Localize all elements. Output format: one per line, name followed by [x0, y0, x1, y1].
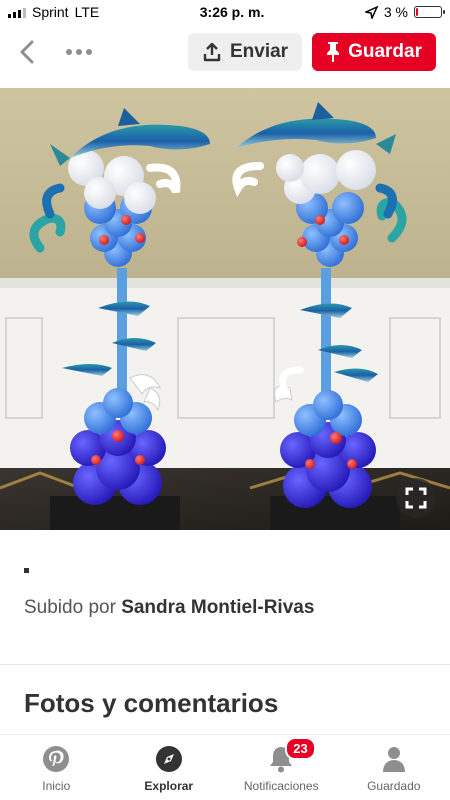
- nav-label-explore: Explorar: [144, 779, 194, 793]
- chevron-left-icon: [20, 40, 34, 64]
- signal-icon: [8, 7, 26, 18]
- status-right: 3 %: [364, 4, 445, 20]
- status-left: Sprint LTE: [8, 4, 99, 20]
- status-time: 3:26 p. m.: [199, 4, 265, 20]
- pin-image[interactable]: [0, 88, 450, 530]
- nav-label-saved: Guardado: [367, 779, 421, 793]
- pin-top-bar: Enviar Guardar: [0, 24, 450, 80]
- nav-item-notifications[interactable]: 23 Notificaciones: [231, 737, 331, 793]
- ellipsis-icon: [66, 49, 72, 55]
- compass-icon: [153, 743, 185, 775]
- battery-icon: [414, 6, 445, 18]
- location-arrow-icon: [364, 5, 378, 19]
- pinterest-icon: [40, 743, 72, 775]
- photos-comments-title: Fotos y comentarios: [24, 688, 279, 718]
- expand-image-button[interactable]: [396, 478, 436, 518]
- bottom-nav: Inicio Explorar 23 Notificaciones Guarda…: [0, 734, 450, 800]
- network-type: LTE: [74, 4, 100, 20]
- more-options-button[interactable]: [66, 49, 92, 55]
- save-button-label: Guardar: [348, 41, 422, 62]
- battery-percent: 3 %: [383, 4, 408, 20]
- uploader-name[interactable]: Sandra Montiel-Rivas: [121, 597, 314, 618]
- back-button[interactable]: [14, 39, 40, 65]
- share-icon: [203, 42, 221, 62]
- uploaded-by-prefix: Subido por: [24, 597, 116, 618]
- pushpin-icon: [327, 42, 340, 62]
- carrier-name: Sprint: [32, 4, 69, 20]
- notification-badge: 23: [285, 737, 316, 760]
- section-divider: [0, 664, 450, 665]
- expand-icon: [405, 487, 427, 509]
- nav-label-home: Inicio: [42, 779, 71, 793]
- nav-item-saved[interactable]: Guardado: [344, 743, 444, 793]
- nav-item-explore[interactable]: Explorar: [119, 743, 219, 793]
- nav-label-notifications: Notificaciones: [243, 779, 319, 793]
- battery-fill: [416, 8, 418, 16]
- status-bar: Sprint LTE 3:26 p. m. 3 %: [0, 0, 450, 24]
- share-button-label: Enviar: [229, 41, 289, 62]
- description-dot: [24, 568, 29, 573]
- person-icon: [378, 743, 410, 775]
- uploaded-by: Subido por Sandra Montiel-Rivas: [24, 594, 324, 622]
- balloon-columns-photo: [0, 88, 450, 530]
- save-button[interactable]: Guardar: [312, 33, 436, 71]
- share-button[interactable]: Enviar: [187, 33, 303, 71]
- nav-item-home[interactable]: Inicio: [6, 743, 106, 793]
